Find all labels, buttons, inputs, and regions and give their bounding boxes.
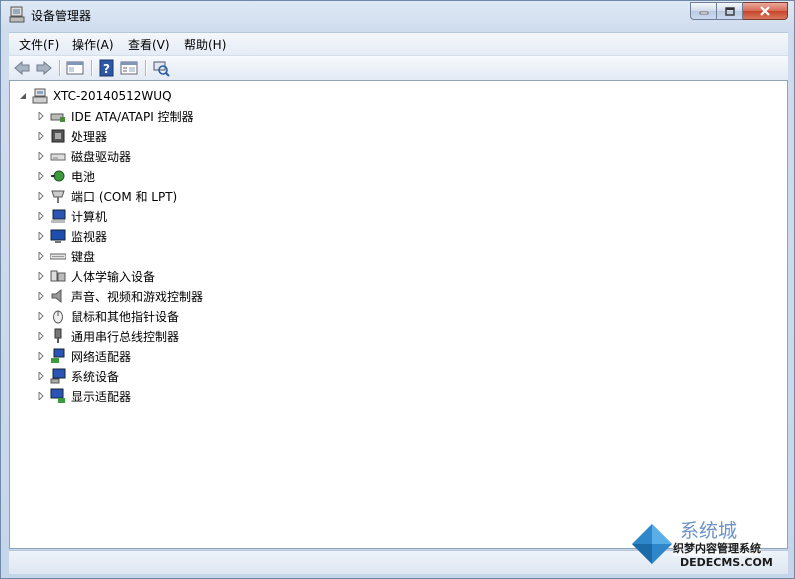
expand-arrow-icon[interactable] <box>36 351 46 361</box>
expand-arrow-icon[interactable] <box>36 371 46 381</box>
tree-item-mouse[interactable]: 鼠标和其他指针设备 <box>36 307 179 325</box>
tree-item-monitor[interactable]: 监视器 <box>36 227 107 245</box>
tree-item-label: 计算机 <box>71 209 108 224</box>
tree-item-label: 处理器 <box>71 129 108 144</box>
toolbar-separator <box>91 60 92 76</box>
device-tree[interactable]: XTC-20140512WUQ IDE ATA/ATAPI 控制器 处理器 磁盘… <box>9 80 788 549</box>
sound-icon <box>51 288 62 304</box>
tree-item-label: 通用串行总线控制器 <box>71 329 180 344</box>
tree-item-label: 人体学输入设备 <box>71 269 156 284</box>
collapse-arrow-icon[interactable] <box>18 91 28 101</box>
tree-item-keyboard[interactable]: 键盘 <box>36 247 95 265</box>
processor-icon <box>51 129 65 143</box>
forward-icon[interactable] <box>35 59 53 77</box>
monitor-icon <box>50 229 66 243</box>
tree-item-label: IDE ATA/ATAPI 控制器 <box>71 109 194 124</box>
tree-root[interactable]: XTC-20140512WUQ <box>18 87 172 105</box>
tree-item-usb[interactable]: 通用串行总线控制器 <box>36 327 179 345</box>
watermark: 系统城 织梦内容管理系统 DEDECMS.COM <box>630 516 790 574</box>
svg-text:?: ? <box>103 62 110 76</box>
close-icon <box>760 6 770 16</box>
tree-item-label: 电池 <box>71 169 96 184</box>
device-manager-app-icon <box>9 6 25 23</box>
expand-arrow-icon[interactable] <box>36 191 46 201</box>
port-icon <box>51 190 65 203</box>
watermark-text-dede: 织梦内容管理系统 <box>673 540 761 556</box>
expand-arrow-icon[interactable] <box>36 331 46 341</box>
tree-item-hid[interactable]: 人体学输入设备 <box>36 267 155 285</box>
tree-item-label: 系统设备 <box>71 369 120 384</box>
expand-arrow-icon[interactable] <box>36 151 46 161</box>
toolbar-separator <box>145 60 146 76</box>
scan-hardware-icon[interactable] <box>152 59 170 77</box>
tree-item-sound[interactable]: 声音、视频和游戏控制器 <box>36 287 203 305</box>
display-adapter-icon <box>50 388 65 403</box>
close-button[interactable] <box>743 2 788 20</box>
device-manager-window: 设备管理器 文件(F) 操作(A) 查看(V) 帮助(H) ? XTC-2014… <box>0 0 795 579</box>
tree-item-label: 显示适配器 <box>71 389 132 404</box>
usb-icon <box>54 328 62 343</box>
tree-item-label: 监视器 <box>71 229 108 244</box>
expand-arrow-icon[interactable] <box>36 271 46 281</box>
tree-item-display-adapter[interactable]: 显示适配器 <box>36 387 131 405</box>
menu-file[interactable]: 文件(F) <box>19 36 59 53</box>
toolbar: ? <box>9 55 788 81</box>
tree-item-battery[interactable]: 电池 <box>36 167 95 185</box>
expand-arrow-icon[interactable] <box>36 291 46 301</box>
toolbar-separator <box>59 60 60 76</box>
tree-item-label: 网络适配器 <box>71 349 132 364</box>
tree-item-ide[interactable]: IDE ATA/ATAPI 控制器 <box>36 107 194 125</box>
help-icon[interactable]: ? <box>98 59 116 77</box>
expand-arrow-icon[interactable] <box>36 231 46 241</box>
keyboard-icon <box>50 253 66 260</box>
minimize-icon <box>699 11 708 15</box>
title-bar[interactable]: 设备管理器 <box>1 1 794 31</box>
expand-arrow-icon[interactable] <box>36 211 46 221</box>
tree-item-label: 端口 (COM 和 LPT) <box>71 189 178 204</box>
caption-buttons <box>690 2 788 21</box>
ide-controller-icon <box>50 113 65 122</box>
network-adapter-icon <box>51 348 65 363</box>
expand-arrow-icon[interactable] <box>36 251 46 261</box>
tree-item-computer[interactable]: 计算机 <box>36 207 107 225</box>
back-icon[interactable] <box>13 59 31 77</box>
hid-icon <box>50 270 66 282</box>
properties-icon[interactable] <box>120 59 138 77</box>
mouse-icon <box>53 310 63 324</box>
tree-item-label: 声音、视频和游戏控制器 <box>71 289 204 304</box>
menu-bar: 文件(F) 操作(A) 查看(V) 帮助(H) <box>9 32 788 55</box>
computer-icon <box>51 209 66 223</box>
expand-arrow-icon[interactable] <box>36 391 46 401</box>
tree-item-port[interactable]: 端口 (COM 和 LPT) <box>36 187 177 205</box>
expand-arrow-icon[interactable] <box>36 171 46 181</box>
show-hide-tree-icon[interactable] <box>66 59 84 77</box>
tree-item-network-adapter[interactable]: 网络适配器 <box>36 347 131 365</box>
window-title: 设备管理器 <box>31 9 92 23</box>
expand-arrow-icon[interactable] <box>36 111 46 121</box>
system-device-icon <box>50 368 66 384</box>
maximize-button[interactable] <box>717 2 743 20</box>
maximize-icon <box>724 6 735 16</box>
tree-item-system-device[interactable]: 系统设备 <box>36 367 119 385</box>
expand-arrow-icon[interactable] <box>36 131 46 141</box>
tree-item-label: 磁盘驱动器 <box>71 149 132 164</box>
root-computer-name: XTC-20140512WUQ <box>53 89 172 103</box>
disk-drive-icon <box>50 153 66 161</box>
battery-icon <box>51 170 65 182</box>
minimize-button[interactable] <box>690 2 717 20</box>
menu-action[interactable]: 操作(A) <box>72 36 114 53</box>
tree-item-label: 键盘 <box>71 249 96 264</box>
watermark-text-dedecms: DEDECMS.COM <box>680 556 773 569</box>
windows-logo-icon <box>632 524 672 564</box>
tree-item-label: 鼠标和其他指针设备 <box>71 309 180 324</box>
tree-item-processor[interactable]: 处理器 <box>36 127 107 145</box>
tree-item-disk-drive[interactable]: 磁盘驱动器 <box>36 147 131 165</box>
menu-view[interactable]: 查看(V) <box>128 36 170 53</box>
menu-help[interactable]: 帮助(H) <box>184 36 226 53</box>
watermark-text-xitongcheng: 系统城 <box>680 520 738 542</box>
computer-root-icon <box>32 88 48 104</box>
expand-arrow-icon[interactable] <box>36 311 46 321</box>
